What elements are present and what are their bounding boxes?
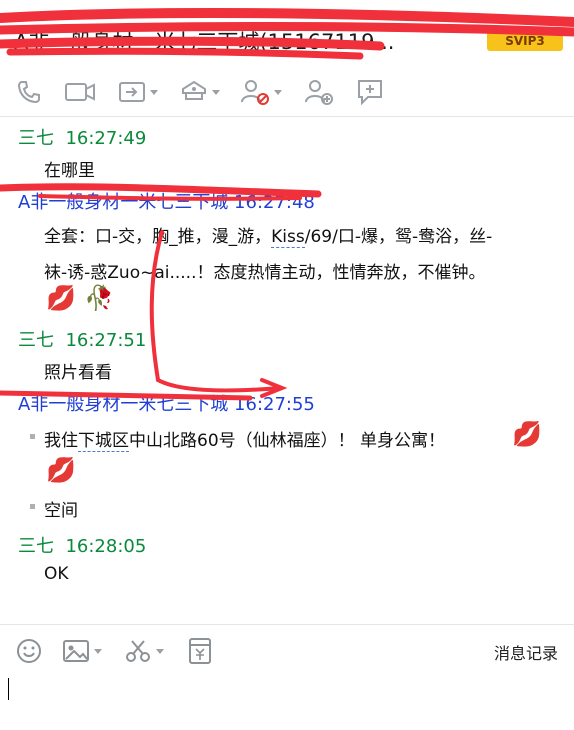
chevron-down-icon[interactable]	[274, 89, 282, 95]
text-segment: 我住	[44, 431, 78, 451]
share-screen-icon[interactable]	[118, 78, 158, 106]
message-time: 16:27:55	[234, 394, 315, 415]
kiss-emoji-icon: 💋	[46, 284, 76, 312]
image-icon[interactable]	[62, 637, 102, 665]
chevron-down-icon[interactable]	[212, 89, 220, 95]
sender-name: 三七	[18, 330, 54, 351]
message-time: 16:27:49	[65, 128, 147, 149]
chevron-down-icon[interactable]	[150, 89, 158, 95]
scissors-icon[interactable]	[124, 637, 164, 665]
sender-name: 三七	[18, 128, 54, 149]
red-packet-icon[interactable]	[188, 637, 212, 665]
message-time: 16:27:51	[65, 330, 147, 351]
input-divider	[0, 624, 574, 625]
toolbar-divider	[0, 116, 574, 117]
vip-badge: SVIP3	[487, 31, 563, 51]
message-header: 三七 16:27:49	[18, 124, 146, 150]
message-header: A非一般身材一米七三下城 16:27:55	[18, 390, 315, 416]
text-segment: /69/口-爆，鸳-鸯浴，丝-	[304, 227, 493, 247]
sender-name: A非一般身材一米七三下城	[18, 192, 229, 213]
message-header: 三七 16:28:05	[18, 532, 146, 558]
sender-name: 三七	[18, 536, 54, 557]
message-text: 照片看看	[44, 363, 112, 383]
message-text-line: 我住下城区中山北路60号（仙林福座）！ 单身公寓！	[44, 426, 446, 452]
sender-name: A非一般身材一米七三下城	[18, 394, 229, 415]
video-icon[interactable]	[64, 78, 96, 106]
message-text: 空间	[44, 501, 78, 521]
emoji-icon[interactable]	[16, 637, 42, 665]
text-segment: 中山北路60号（仙林福座）！ 单身公寓！	[129, 431, 446, 451]
chevron-down-icon[interactable]	[94, 648, 102, 654]
kiss-emoji-icon: 💋	[512, 420, 542, 448]
message-time: 16:28:05	[65, 536, 147, 557]
location-link[interactable]: 下城区	[78, 431, 129, 452]
kiss-emoji-icon: 💋	[46, 456, 76, 484]
message-list[interactable]: 三七 16:27:49 在哪里 A非一般身材一米七三下城 16:27:48 全套…	[0, 118, 574, 626]
message-board-icon[interactable]	[356, 78, 384, 106]
message-history-label: 消息记录	[493, 644, 558, 663]
message-header: A非一般身材一米七三下城 16:27:48	[18, 188, 315, 214]
message-text: OK	[44, 564, 69, 584]
text-segment: 全套：口-交，胸_推，漫_游，	[44, 227, 272, 247]
bullet-marker	[30, 434, 35, 439]
wilted-rose-emoji-icon: 🥀	[84, 284, 114, 312]
chevron-down-icon[interactable]	[156, 648, 164, 654]
app-box-icon[interactable]	[180, 78, 220, 106]
add-user-icon[interactable]	[304, 78, 334, 106]
message-time: 16:27:48	[234, 192, 315, 213]
chat-title: A非一般身材一米七三下城(15167119...	[14, 30, 395, 54]
message-text-line: 袜-诱-惑Zuo~ai.....！态度热情主动，性情奔放，不催钟。	[44, 263, 486, 283]
keyword-link[interactable]: Kiss	[271, 227, 305, 248]
message-text-line: 全套：口-交，胸_推，漫_游，Kiss/69/口-爆，鸳-鸯浴，丝-	[44, 222, 493, 248]
phone-icon[interactable]	[16, 78, 42, 106]
remove-user-icon[interactable]	[240, 78, 282, 106]
text-input-cursor[interactable]	[8, 678, 9, 700]
bullet-marker	[30, 504, 35, 509]
message-history-button[interactable]: 消息记录	[494, 640, 558, 664]
message-text: 在哪里	[44, 161, 95, 181]
input-toolbar: 消息记录	[0, 628, 574, 674]
title-bar: A非一般身材一米七三下城(15167119... SVIP3	[0, 0, 574, 62]
chat-toolbar	[0, 70, 574, 114]
message-header: 三七 16:27:51	[18, 326, 146, 352]
